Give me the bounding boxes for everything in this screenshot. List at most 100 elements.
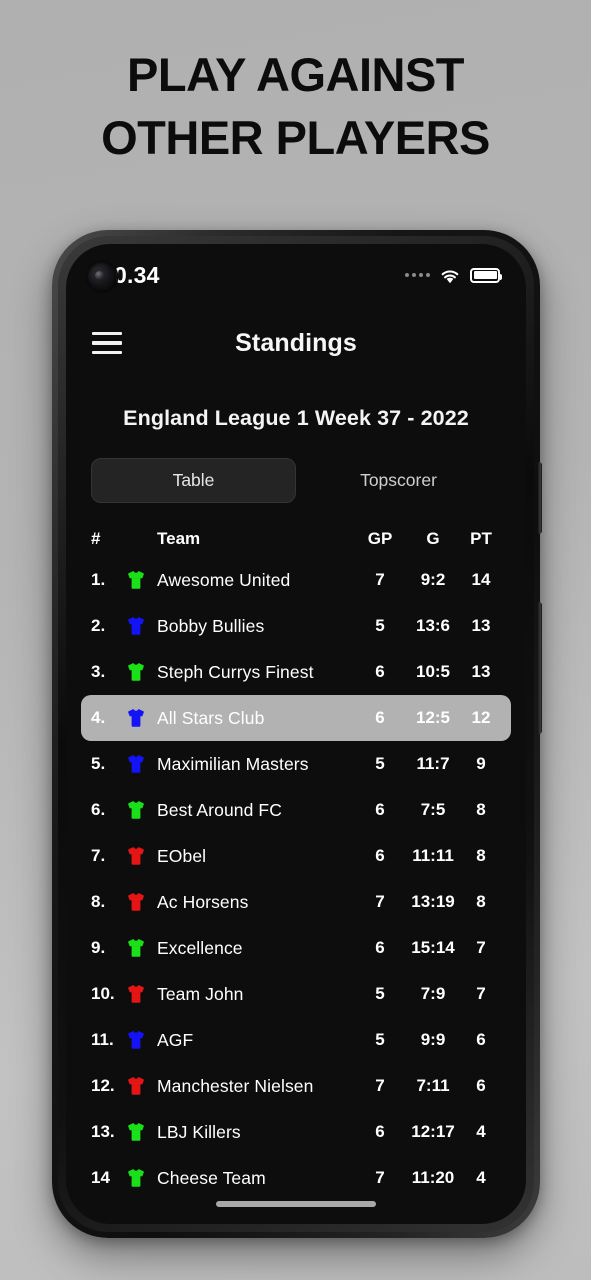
row-rank: 5.: [91, 754, 106, 773]
row-games-played: 7: [375, 570, 385, 589]
column-header-g: G: [426, 529, 440, 548]
row-games-played: 6: [375, 1122, 385, 1141]
row-games-played: 7: [375, 1168, 385, 1187]
row-rank: 6.: [91, 800, 106, 819]
table-row[interactable]: 4. All Stars Club 6 12:5 12: [81, 695, 511, 741]
promo-headline-line-1: PLAY AGAINST: [127, 48, 465, 101]
row-points: 6: [476, 1030, 486, 1049]
column-header-team: Team: [157, 529, 201, 548]
row-points: 8: [476, 846, 486, 865]
table-row[interactable]: 7. EObel 6 11:11 8: [81, 833, 511, 879]
row-games-played: 5: [375, 1030, 385, 1049]
row-rank: 2.: [91, 616, 106, 635]
front-camera-punch-hole: [87, 262, 117, 292]
power-button[interactable]: [538, 602, 542, 734]
row-team-name: Best Around FC: [157, 799, 282, 820]
table-row[interactable]: 10. Team John 5 7:9 7: [81, 971, 511, 1017]
row-points: 8: [476, 892, 486, 911]
row-team-name: Bobby Bullies: [157, 615, 265, 636]
table-row[interactable]: 11. AGF 5 9:9 6: [81, 1017, 511, 1063]
team-shirt-icon: [121, 845, 151, 867]
row-goals: 7:5: [420, 800, 446, 819]
table-row[interactable]: 8. Ac Horsens 7 13:19 8: [81, 879, 511, 925]
column-header-pt: PT: [470, 529, 492, 548]
table-row[interactable]: 9. Excellence 6 15:14 7: [81, 925, 511, 971]
promo-headline: PLAY AGAINST OTHER PLAYERS: [0, 44, 591, 169]
row-goals: 11:7: [416, 754, 450, 773]
row-team-name: LBJ Killers: [157, 1121, 241, 1142]
app-bar: Standings: [66, 306, 526, 380]
row-rank: 12.: [91, 1076, 115, 1095]
row-goals: 10:5: [415, 662, 451, 681]
table-row[interactable]: 3. Steph Currys Finest 6 10:5 13: [81, 649, 511, 695]
row-games-played: 7: [375, 1076, 385, 1095]
row-goals: 7:11: [416, 1076, 450, 1095]
home-indicator-bar: [216, 1201, 376, 1207]
table-row[interactable]: 14 Cheese Team 7 11:20 4: [81, 1155, 511, 1201]
table-row[interactable]: 13. LBJ Killers 6 12:17 4: [81, 1109, 511, 1155]
row-goals: 7:9: [420, 984, 446, 1003]
team-shirt-icon: [121, 983, 151, 1005]
row-games-played: 7: [375, 892, 385, 911]
row-goals: 13:19: [411, 892, 455, 911]
table-row[interactable]: 1. Awesome United 7 9:2 14: [81, 557, 511, 603]
row-rank: 14: [91, 1168, 110, 1187]
row-points: 6: [476, 1076, 486, 1095]
hamburger-menu-icon[interactable]: [92, 331, 122, 355]
table-row[interactable]: 5. Maximilian Masters 5 11:7 9: [81, 741, 511, 787]
row-team-name: Maximilian Masters: [157, 753, 309, 774]
team-shirt-icon: [121, 1029, 151, 1051]
row-team-name: Ac Horsens: [157, 891, 249, 912]
standings-list[interactable]: 1. Awesome United 7 9:2 14 2. Bobby Bullies 5 13…: [81, 549, 511, 1201]
team-shirt-icon: [121, 891, 151, 913]
team-shirt-icon: [121, 569, 151, 591]
table-row[interactable]: 12. Manchester Nielsen 7 7:11 6: [81, 1063, 511, 1109]
phone-device-frame: 0.34 Standings England League 1 Week 37 …: [52, 230, 542, 1238]
status-bar-time: 0.34: [114, 261, 160, 288]
row-games-played: 6: [375, 708, 385, 727]
row-goals: 11:11: [412, 846, 454, 865]
row-rank: 4.: [91, 708, 106, 727]
row-points: 8: [476, 800, 486, 819]
team-shirt-icon: [121, 937, 151, 959]
row-games-played: 6: [375, 800, 385, 819]
row-team-name: Manchester Nielsen: [157, 1075, 314, 1096]
row-games-played: 6: [375, 938, 385, 957]
team-shirt-icon: [121, 707, 151, 729]
team-shirt-icon: [121, 1075, 151, 1097]
tab-table[interactable]: Table: [91, 458, 296, 503]
row-goals: 13:6: [415, 616, 451, 635]
team-shirt-icon: [121, 661, 151, 683]
row-team-name: Awesome United: [157, 569, 291, 590]
row-rank: 13.: [91, 1122, 115, 1141]
team-shirt-icon: [121, 1121, 151, 1143]
row-points: 12: [471, 708, 491, 727]
row-points: 9: [476, 754, 486, 773]
wifi-icon: [439, 267, 461, 284]
row-rank: 1.: [91, 570, 106, 589]
row-goals: 12:17: [411, 1122, 455, 1141]
row-points: 13: [471, 662, 491, 681]
row-points: 4: [476, 1122, 486, 1141]
row-points: 7: [476, 984, 486, 1003]
row-points: 7: [476, 938, 486, 957]
row-team-name: Cheese Team: [157, 1167, 266, 1188]
row-team-name: All Stars Club: [157, 707, 265, 728]
row-points: 14: [471, 570, 491, 589]
row-rank: 11.: [91, 1030, 114, 1049]
column-header-rank: #: [91, 529, 101, 548]
tab-topscorer[interactable]: Topscorer: [296, 458, 501, 503]
volume-button[interactable]: [538, 462, 542, 534]
table-row[interactable]: 6. Best Around FC 6 7:5 8: [81, 787, 511, 833]
table-row[interactable]: 2. Bobby Bullies 5 13:6 13: [81, 603, 511, 649]
row-goals: 9:2: [420, 570, 446, 589]
row-rank: 8.: [91, 892, 106, 911]
column-header-gp: GP: [367, 529, 393, 548]
row-games-played: 5: [375, 984, 385, 1003]
phone-screen: 0.34 Standings England League 1 Week 37 …: [66, 244, 526, 1224]
row-team-name: Excellence: [157, 937, 243, 958]
team-shirt-icon: [121, 615, 151, 637]
row-points: 13: [471, 616, 491, 635]
row-team-name: EObel: [157, 845, 207, 866]
row-goals: 11:20: [411, 1168, 455, 1187]
